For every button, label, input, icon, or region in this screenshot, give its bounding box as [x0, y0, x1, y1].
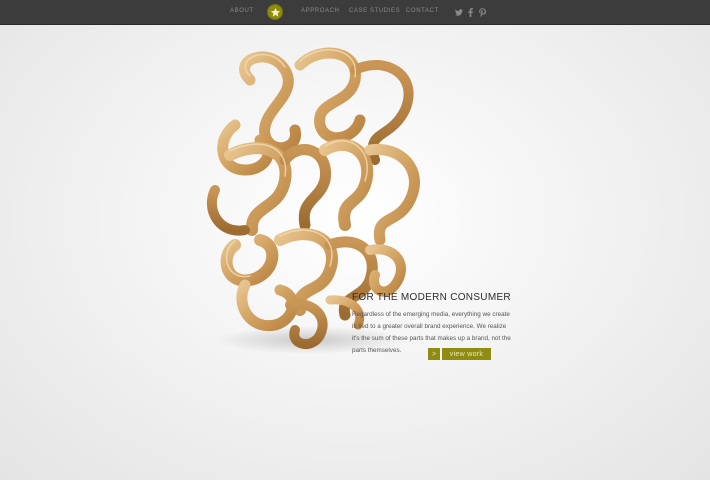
nav-contact-link[interactable]: CONTACT: [406, 8, 439, 14]
nav-case-studies-link[interactable]: CASE STUDIES: [349, 8, 400, 14]
pinterest-link[interactable]: [478, 7, 487, 17]
view-work-button[interactable]: view work: [442, 348, 491, 360]
paragraph-line: Regardless of the emerging media, everyt…: [352, 311, 510, 318]
nav-approach-link[interactable]: APPROACH: [301, 8, 339, 14]
top-navigation-bar: ABOUT APPROACH CASE STUDIES CONTACT: [0, 0, 710, 25]
star-icon: [270, 7, 280, 17]
twitter-link[interactable]: [454, 7, 463, 17]
facebook-icon: [468, 7, 473, 17]
paragraph-line: it's the sum of these parts that makes u…: [352, 335, 511, 342]
home-logo-button[interactable]: [267, 4, 283, 20]
paragraph-line: is tied to a greater overall brand exper…: [352, 323, 507, 330]
twitter-icon: [454, 8, 463, 16]
headline: FOR THE MODERN CONSUMER: [352, 292, 511, 303]
view-work-arrow-button[interactable]: >: [428, 348, 440, 360]
pinterest-icon: [479, 7, 486, 17]
facebook-link[interactable]: [466, 7, 475, 17]
nav-about-link[interactable]: ABOUT: [230, 8, 254, 14]
